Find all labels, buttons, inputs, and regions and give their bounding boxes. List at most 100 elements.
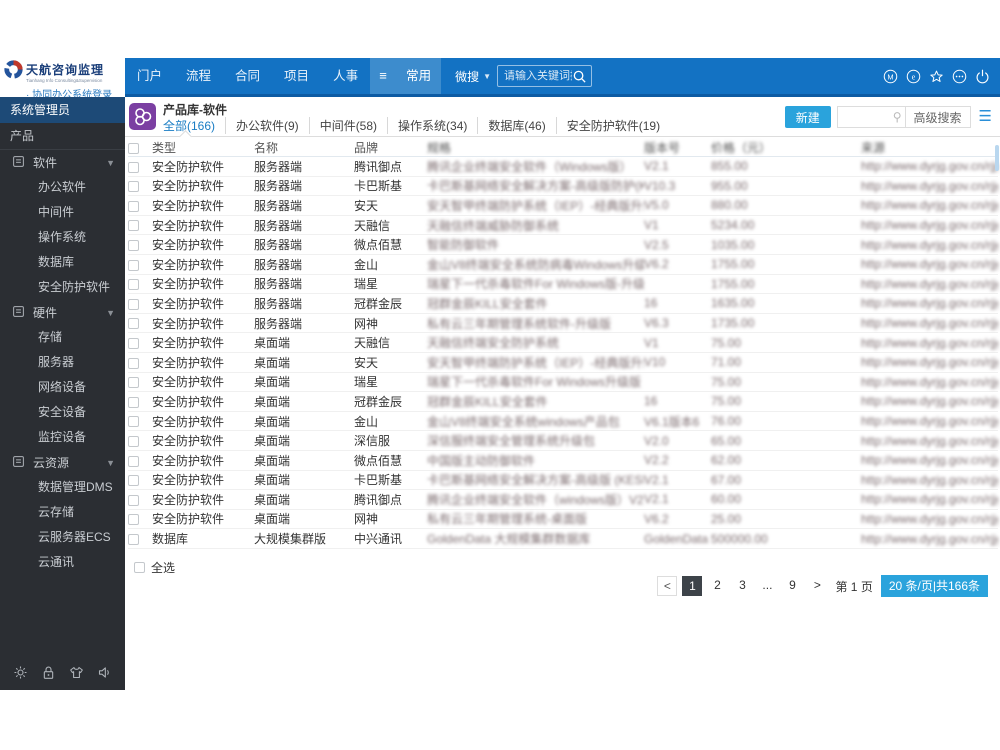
wesearch-dropdown[interactable]: 微搜 ▼ <box>455 68 491 85</box>
sidebar-item-操作系统[interactable]: 操作系统 <box>0 225 125 250</box>
cell-price: 60.00 <box>711 489 861 510</box>
sidebar-item-中间件[interactable]: 中间件 <box>0 200 125 225</box>
page-button-9[interactable]: 9 <box>782 576 802 596</box>
row-checkbox[interactable] <box>128 533 139 545</box>
sidebar-item-安全防护软件[interactable]: 安全防护软件 <box>0 275 125 300</box>
sidebar-item-办公软件[interactable]: 办公软件 <box>0 175 125 200</box>
nav-item-人事[interactable]: 人事 <box>321 58 370 94</box>
cell-version: V1 <box>644 332 711 353</box>
prev-page-button[interactable]: < <box>657 576 678 596</box>
gear-icon[interactable] <box>13 665 28 680</box>
cell-version: GoldenData s… <box>644 528 711 549</box>
cell-price: 880.00 <box>711 195 861 216</box>
lock-icon[interactable] <box>41 665 56 680</box>
table-search-input[interactable] <box>837 111 890 123</box>
row-checkbox[interactable] <box>128 357 139 369</box>
row-checkbox[interactable] <box>128 494 139 506</box>
power-icon[interactable] <box>975 69 990 84</box>
header-checkbox[interactable] <box>128 142 139 154</box>
page-size-badge[interactable]: 20 条/页|共166条 <box>880 575 988 597</box>
row-checkbox[interactable] <box>128 161 139 173</box>
new-button[interactable]: 新建 <box>784 106 831 128</box>
star-icon[interactable] <box>929 69 944 84</box>
page-button-1[interactable]: 1 <box>682 576 703 596</box>
sidebar-group-云资源[interactable]: 云资源 ▼ <box>0 450 125 475</box>
page-button-...[interactable]: ... <box>757 576 777 596</box>
sidebar-item-数据管理DMS[interactable]: 数据管理DMS <box>0 475 125 500</box>
sidebar-item-服务器[interactable]: 服务器 <box>0 350 125 375</box>
hamburger-menu-icon[interactable]: ≡ <box>370 58 397 94</box>
row-checkbox[interactable] <box>128 475 139 487</box>
sidebar: 系统管理员 产品 软件 ▼ 办公软件 中间件 操作系统 数据库 安全防护软件 硬件 ▼ 存储 服务器… <box>0 97 125 690</box>
shirt-icon[interactable] <box>69 665 84 680</box>
jump-current-page[interactable]: 1 <box>851 580 858 594</box>
tab-办公软件(9)[interactable]: 办公软件(9) <box>225 117 309 134</box>
scrollbar-thumb[interactable] <box>995 145 999 171</box>
tab-操作系统(34)[interactable]: 操作系统(34) <box>387 117 477 134</box>
nav-item-门户[interactable]: 门户 <box>125 58 174 94</box>
nav-item-流程[interactable]: 流程 <box>174 58 223 94</box>
page-button-3[interactable]: 3 <box>732 576 752 596</box>
page-button-2[interactable]: 2 <box>707 576 727 596</box>
sidebar-section-product[interactable]: 产品 <box>0 123 125 150</box>
sidebar-item-存储[interactable]: 存储 <box>0 325 125 350</box>
cell-source: http://www.dyrjg.gov.cn/rjjg/ <box>861 274 998 295</box>
cell-spec: 安天智甲终端防护系统（IEP）-经典版升级包 <box>427 195 644 216</box>
global-search-input[interactable] <box>504 70 573 82</box>
cell-version: V5.0 <box>644 195 711 216</box>
tab-数据库(46)[interactable]: 数据库(46) <box>477 117 555 134</box>
sidebar-item-安全设备[interactable]: 安全设备 <box>0 400 125 425</box>
tab-全部(166)[interactable]: 全部(166) <box>163 117 225 134</box>
cell-type: 安全防护软件 <box>152 332 254 353</box>
tab-中间件(58)[interactable]: 中间件(58) <box>308 117 387 134</box>
cell-version: V6.2 <box>644 509 711 530</box>
row-checkbox[interactable] <box>128 259 139 271</box>
row-checkbox[interactable] <box>128 455 139 467</box>
more-circle-icon[interactable] <box>952 69 967 84</box>
column-header-名称: 名称 <box>254 139 354 157</box>
row-checkbox[interactable] <box>128 416 139 428</box>
cell-source: http://www.dyrjg.gov.cn/rjjg/ <box>861 254 998 275</box>
row-checkbox[interactable] <box>128 377 139 389</box>
row-checkbox[interactable] <box>128 318 139 330</box>
sidebar-item-云服务器ECS[interactable]: 云服务器ECS <box>0 525 125 550</box>
sidebar-group-软件[interactable]: 软件 ▼ <box>0 150 125 175</box>
row-checkbox-cell <box>128 332 152 353</box>
row-checkbox[interactable] <box>128 279 139 291</box>
speaker-icon[interactable] <box>97 665 112 680</box>
cell-price: 5234.00 <box>711 215 861 236</box>
nav-item-项目[interactable]: 项目 <box>272 58 321 94</box>
row-checkbox[interactable] <box>128 514 139 526</box>
cell-type: 安全防护软件 <box>152 176 254 197</box>
row-checkbox[interactable] <box>128 181 139 193</box>
row-checkbox[interactable] <box>128 200 139 212</box>
sidebar-item-云存储[interactable]: 云存储 <box>0 500 125 525</box>
row-checkbox[interactable] <box>128 337 139 349</box>
cell-name: 桌面端 <box>254 509 354 530</box>
row-checkbox[interactable] <box>128 220 139 232</box>
row-checkbox-cell <box>128 234 152 255</box>
m-circle-icon[interactable]: M <box>883 69 898 84</box>
row-checkbox[interactable] <box>128 298 139 310</box>
sidebar-item-监控设备[interactable]: 监控设备 <box>0 425 125 450</box>
search-icon[interactable] <box>572 69 587 84</box>
sidebar-item-数据库[interactable]: 数据库 <box>0 250 125 275</box>
sidebar-group-硬件[interactable]: 硬件 ▼ <box>0 300 125 325</box>
cell-type: 安全防护软件 <box>152 489 254 510</box>
sidebar-item-云通讯[interactable]: 云通讯 <box>0 550 125 575</box>
tab-安全防护软件(19)[interactable]: 安全防护软件(19) <box>555 117 670 134</box>
list-view-icon[interactable]: ☰ <box>979 106 992 128</box>
next-page-button[interactable]: > <box>807 576 827 596</box>
select-all-checkbox[interactable] <box>134 561 145 573</box>
sidebar-item-网络设备[interactable]: 网络设备 <box>0 375 125 400</box>
row-checkbox[interactable] <box>128 435 139 447</box>
cell-type: 安全防护软件 <box>152 254 254 275</box>
row-checkbox[interactable] <box>128 240 139 251</box>
nav-item-合同[interactable]: 合同 <box>223 58 272 94</box>
advanced-search-button[interactable]: 高级搜索 <box>905 106 971 128</box>
e-circle-icon[interactable]: e <box>906 69 921 84</box>
tab-common[interactable]: 常用 <box>396 58 442 94</box>
row-checkbox[interactable] <box>128 396 139 408</box>
cell-source: http://www.dyrjg.gov.cn/rjjg/ <box>861 156 998 177</box>
cell-type: 安全防护软件 <box>152 411 254 432</box>
